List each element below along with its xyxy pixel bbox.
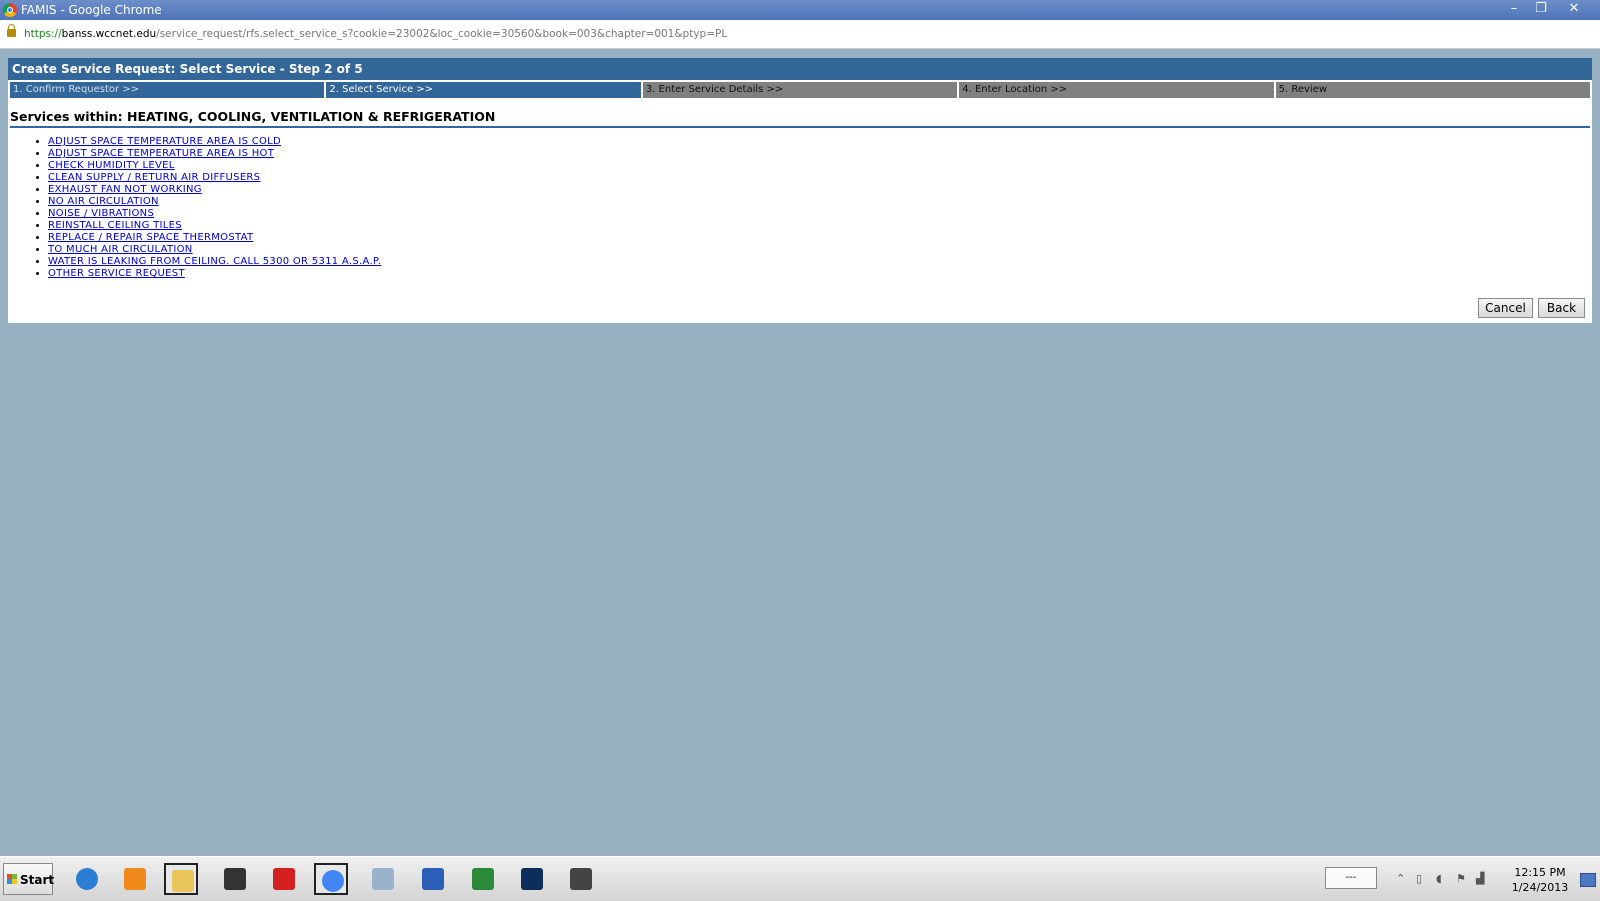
- list-item: TO MUCH AIR CIRCULATION: [48, 244, 381, 256]
- service-link[interactable]: ADJUST SPACE TEMPERATURE AREA IS HOT: [48, 148, 274, 159]
- cancel-button[interactable]: Cancel: [1478, 298, 1533, 318]
- media-player-icon: [124, 868, 146, 890]
- wizard-step-1[interactable]: 1. Confirm Requestor >>: [10, 82, 325, 98]
- service-link[interactable]: OTHER SERVICE REQUEST: [48, 268, 185, 279]
- calculator-icon: [372, 868, 394, 890]
- restore-icon[interactable]: ❐: [1530, 2, 1552, 17]
- close-icon[interactable]: ✕: [1563, 2, 1585, 17]
- taskbar-app-word[interactable]: [416, 863, 450, 895]
- service-link[interactable]: REPLACE / REPAIR SPACE THERMOSTAT: [48, 232, 253, 243]
- wizard-step-3: 3. Enter Service Details >>: [642, 82, 958, 98]
- scanner-icon: [224, 868, 246, 890]
- device-icon: [570, 868, 592, 890]
- clock[interactable]: 12:15 PM 1/24/2013: [1510, 865, 1570, 895]
- service-link[interactable]: CLEAN SUPPLY / RETURN AIR DIFFUSERS: [48, 172, 260, 183]
- taskbar-app-scanner[interactable]: [218, 863, 252, 895]
- service-link[interactable]: WATER IS LEAKING FROM CEILING. CALL 5300…: [48, 256, 381, 267]
- browser-title-bar: FAMIS - Google Chrome – ❐ ✕: [0, 0, 1600, 20]
- word-icon: [422, 868, 444, 890]
- service-link[interactable]: REINSTALL CEILING TILES: [48, 220, 182, 231]
- list-item: CLEAN SUPPLY / RETURN AIR DIFFUSERS: [48, 172, 381, 184]
- show-desktop-icon[interactable]: [1580, 873, 1596, 887]
- start-label: Start: [20, 873, 55, 887]
- list-item: REPLACE / REPAIR SPACE THERMOSTAT: [48, 232, 381, 244]
- list-item: WATER IS LEAKING FROM CEILING. CALL 5300…: [48, 256, 381, 268]
- chrome-icon: [322, 870, 344, 892]
- photoshop-icon: [521, 868, 543, 890]
- service-link[interactable]: ADJUST SPACE TEMPERATURE AREA IS COLD: [48, 136, 281, 147]
- system-tray: --- ⌃ ▯ ◖ ⚑ ▟ 12:15 PM 1/24/2013: [1325, 861, 1600, 897]
- taskbar-app-internet-explorer[interactable]: [70, 863, 104, 895]
- battery-icon[interactable]: ▯: [1416, 873, 1426, 885]
- url-text[interactable]: https://banss.wccnet.edu/service_request…: [24, 28, 727, 40]
- list-item: ADJUST SPACE TEMPERATURE AREA IS COLD: [48, 136, 381, 148]
- taskbar-app-photoshop[interactable]: [515, 863, 549, 895]
- back-button[interactable]: Back: [1538, 298, 1585, 318]
- list-item: NO AIR CIRCULATION: [48, 196, 381, 208]
- list-item: NOISE / VIBRATIONS: [48, 208, 381, 220]
- service-list: ADJUST SPACE TEMPERATURE AREA IS COLDADJ…: [48, 136, 381, 280]
- clock-date: 1/24/2013: [1511, 881, 1569, 894]
- taskbar-app-media-player[interactable]: [118, 863, 152, 895]
- service-link[interactable]: NOISE / VIBRATIONS: [48, 208, 154, 219]
- wizard-steps: 1. Confirm Requestor >> 2. Select Service…: [10, 82, 1591, 98]
- address-bar[interactable]: https://banss.wccnet.edu/service_request…: [0, 20, 1600, 49]
- service-link[interactable]: NO AIR CIRCULATION: [48, 196, 159, 207]
- show-hidden-icons-icon[interactable]: ⌃: [1396, 873, 1406, 885]
- start-button[interactable]: Start: [3, 863, 55, 895]
- taskbar-app-file-explorer[interactable]: [164, 863, 198, 895]
- file-explorer-icon: [172, 870, 194, 892]
- url-scheme: https://: [24, 28, 62, 40]
- taskbar-app-chrome[interactable]: [314, 863, 348, 895]
- action-center-flag-icon[interactable]: ⚑: [1456, 873, 1466, 885]
- lock-icon: [7, 24, 16, 37]
- tray-input-box[interactable]: ---: [1325, 867, 1377, 889]
- clock-time: 12:15 PM: [1514, 866, 1566, 879]
- page-title: Create Service Request: Select Service -…: [8, 58, 1592, 80]
- taskbar: Start --- ⌃ ▯ ◖ ⚑ ▟ 12:15 PM 1/24/2013: [0, 856, 1600, 901]
- service-link[interactable]: CHECK HUMIDITY LEVEL: [48, 160, 175, 171]
- taskbar-app-calculator[interactable]: [366, 863, 400, 895]
- wizard-step-5: 5. Review: [1275, 82, 1591, 98]
- url-path: /service_request/rfs.select_service_s?co…: [156, 28, 728, 40]
- internet-explorer-icon: [76, 868, 98, 890]
- taskbar-app-acrobat[interactable]: [267, 863, 301, 895]
- service-link[interactable]: TO MUCH AIR CIRCULATION: [48, 244, 193, 255]
- window-title: FAMIS - Google Chrome: [21, 3, 162, 17]
- section-title: Services within: HEATING, COOLING, VENTI…: [10, 109, 1590, 128]
- acrobat-icon: [273, 868, 295, 890]
- volume-icon[interactable]: ◖: [1436, 873, 1446, 885]
- network-signal-icon[interactable]: ▟: [1476, 873, 1486, 885]
- minimize-icon[interactable]: –: [1503, 2, 1525, 17]
- wizard-step-4: 4. Enter Location >>: [959, 82, 1274, 98]
- list-item: ADJUST SPACE TEMPERATURE AREA IS HOT: [48, 148, 381, 160]
- list-item: CHECK HUMIDITY LEVEL: [48, 160, 381, 172]
- taskbar-app-spreadsheet[interactable]: [466, 863, 500, 895]
- taskbar-app-device[interactable]: [564, 863, 598, 895]
- list-item: OTHER SERVICE REQUEST: [48, 268, 381, 280]
- wizard-step-2: 2. Select Service >>: [326, 82, 641, 98]
- service-link[interactable]: EXHAUST FAN NOT WORKING: [48, 184, 202, 195]
- list-item: EXHAUST FAN NOT WORKING: [48, 184, 381, 196]
- windows-logo-icon: [7, 874, 17, 884]
- spreadsheet-icon: [472, 868, 494, 890]
- url-host: banss.wccnet.edu: [61, 28, 157, 40]
- chrome-logo-icon: [3, 3, 17, 17]
- service-request-panel: Create Service Request: Select Service -…: [8, 58, 1592, 323]
- list-item: REINSTALL CEILING TILES: [48, 220, 381, 232]
